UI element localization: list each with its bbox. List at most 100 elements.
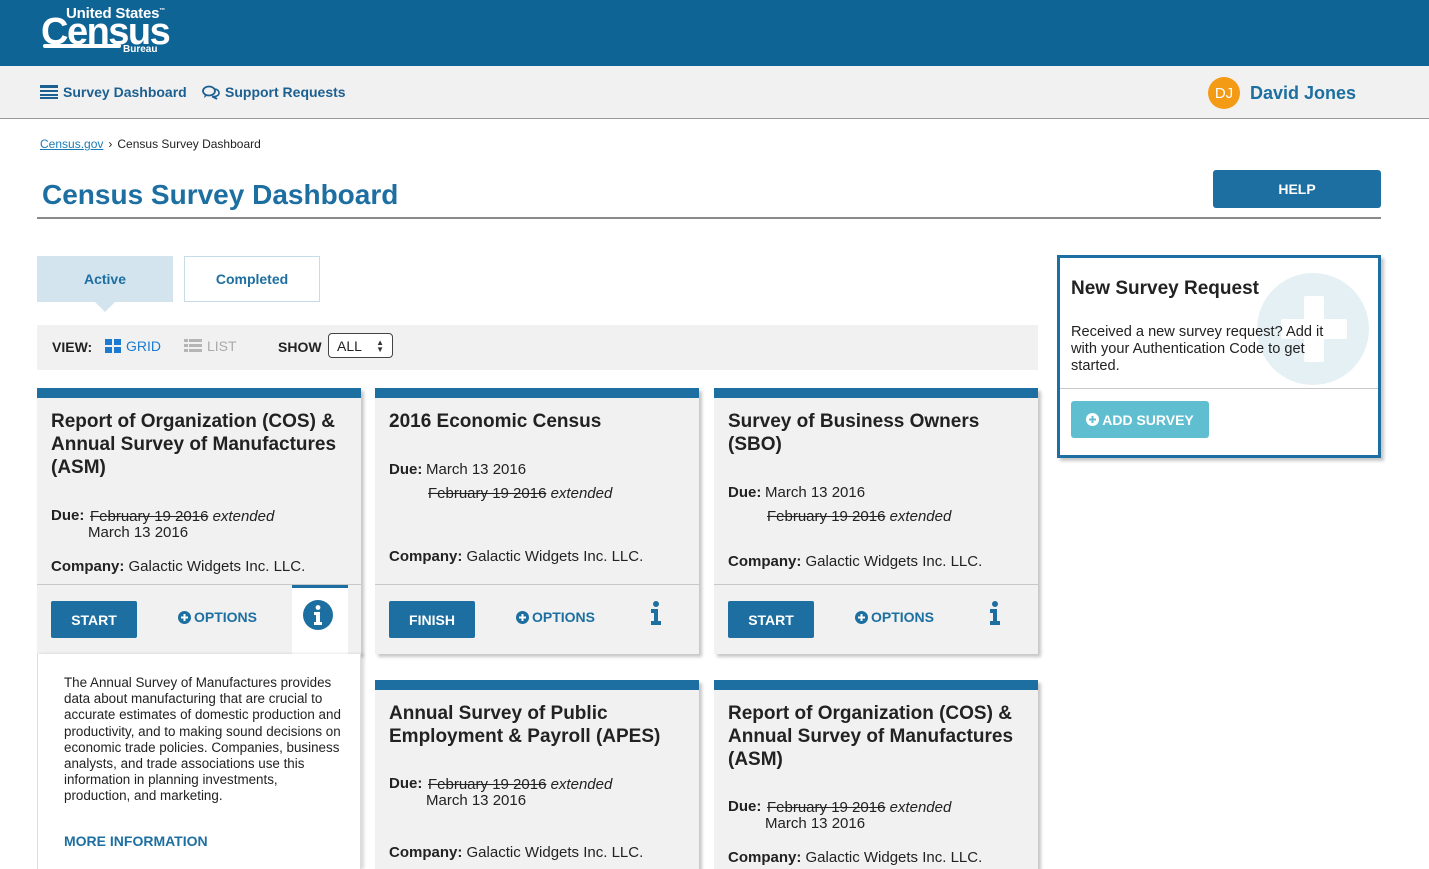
- info-circle-icon: [303, 600, 333, 630]
- census-logo[interactable]: United States™ Census Bureau: [40, 4, 171, 60]
- new-survey-text: Received a new survey request? Add it wi…: [1071, 324, 1324, 374]
- select-arrows-icon: ▲ ▼: [376, 338, 384, 354]
- card-actions: START OPTIONS: [714, 584, 1038, 654]
- options-button[interactable]: OPTIONS: [516, 609, 595, 625]
- extended-label: extended: [550, 776, 613, 793]
- company-line: Company: Galactic Widgets Inc. LLC.: [728, 849, 982, 866]
- nav-survey-dashboard[interactable]: Survey Dashboard: [40, 84, 187, 100]
- due-date-original-value: February 19 2016: [428, 485, 547, 502]
- extended-label: extended: [889, 799, 952, 816]
- view-list-label: LIST: [207, 338, 237, 354]
- help-button[interactable]: HELP: [1213, 170, 1381, 208]
- title-divider: [37, 217, 1381, 219]
- top-banner: United States™ Census Bureau: [0, 0, 1429, 66]
- card-actions: START OPTIONS: [37, 584, 361, 657]
- survey-description: The Annual Survey of Manufactures provid…: [64, 675, 341, 804]
- extended-label: extended: [550, 485, 613, 502]
- info-icon[interactable]: [650, 601, 662, 625]
- start-button[interactable]: START: [51, 601, 137, 638]
- avatar: DJ: [1208, 77, 1240, 109]
- new-survey-divider: [1060, 388, 1378, 389]
- company-label: Company:: [51, 558, 125, 575]
- company-label: Company:: [728, 849, 802, 866]
- page-title: Census Survey Dashboard: [42, 179, 399, 210]
- due-date-original-value: February 19 2016: [767, 799, 886, 816]
- plus-circle-icon: [855, 610, 868, 624]
- due-label: Due:: [728, 798, 762, 815]
- view-toolbar: VIEW: GRID LIST SHOW ALL ▲ ▼: [37, 325, 1038, 370]
- view-label: VIEW:: [52, 339, 93, 355]
- due-date-original: February 19 2016 extended: [90, 508, 274, 525]
- logo-swoosh: [43, 44, 121, 48]
- survey-description-panel: The Annual Survey of Manufactures provid…: [37, 654, 361, 869]
- show-filter-select[interactable]: ALL ▲ ▼: [328, 333, 393, 358]
- survey-title: Annual Survey of Public Employment & Pay…: [389, 703, 661, 747]
- more-information-link[interactable]: MORE INFORMATION: [64, 833, 208, 849]
- due-date-new: March 13 2016: [88, 524, 189, 541]
- show-label: SHOW: [278, 339, 322, 355]
- breadcrumb-home-link[interactable]: Census.gov: [40, 137, 103, 151]
- options-label: OPTIONS: [194, 609, 258, 625]
- view-list-toggle[interactable]: LIST: [184, 338, 237, 354]
- due-date-new: March 13 2016: [426, 792, 527, 809]
- start-button[interactable]: START: [728, 601, 814, 638]
- nav-support-requests[interactable]: Support Requests: [202, 84, 346, 100]
- due-label: Due:: [389, 461, 423, 478]
- info-tab-selected[interactable]: [292, 585, 348, 657]
- survey-card: Annual Survey of Public Employment & Pay…: [375, 680, 699, 869]
- due-label: Due:: [728, 484, 762, 501]
- survey-title: 2016 Economic Census: [389, 411, 602, 432]
- company-label: Company:: [728, 553, 802, 570]
- user-menu[interactable]: DJ David Jones: [1208, 77, 1356, 109]
- survey-card: Report of Organization (COS) & Annual Su…: [37, 388, 361, 657]
- new-survey-title: New Survey Request: [1071, 278, 1259, 299]
- due-date-new: March 13 2016: [765, 484, 866, 501]
- tab-active-label: Active: [83, 271, 127, 287]
- survey-card: Survey of Business Owners (SBO) Due: Mar…: [714, 388, 1038, 654]
- due-date-original-value: February 19 2016: [428, 776, 547, 793]
- breadcrumb-current: Census Survey Dashboard: [117, 137, 261, 151]
- tab-active[interactable]: Active: [37, 256, 173, 312]
- survey-title: Report of Organization (COS) & Annual Su…: [728, 703, 1014, 770]
- due-date-original: February 19 2016 extended: [428, 776, 612, 793]
- nav-support-requests-label: Support Requests: [225, 84, 346, 100]
- company-line: Company: Galactic Widgets Inc. LLC.: [389, 844, 643, 861]
- company-line: Company: Galactic Widgets Inc. LLC.: [389, 548, 643, 565]
- due-date-original: February 19 2016 extended: [428, 485, 612, 502]
- survey-card: Report of Organization (COS) & Annual Su…: [714, 680, 1038, 869]
- card-actions: FINISH OPTIONS: [375, 584, 699, 654]
- breadcrumb-separator: ›: [108, 137, 113, 151]
- due-date-original: February 19 2016 extended: [767, 508, 951, 525]
- options-button[interactable]: OPTIONS: [178, 609, 257, 625]
- plus-circle-icon: [516, 610, 529, 624]
- due-date-original: February 19 2016 extended: [767, 799, 951, 816]
- show-filter-value: ALL: [337, 337, 362, 354]
- view-grid-toggle[interactable]: GRID: [105, 338, 161, 354]
- view-grid-label: GRID: [126, 338, 161, 354]
- due-date-original-value: February 19 2016: [90, 508, 209, 525]
- breadcrumb: Census.gov › Census Survey Dashboard: [40, 137, 261, 151]
- user-name: David Jones: [1250, 82, 1357, 103]
- add-survey-button[interactable]: ADD SURVEY: [1071, 401, 1209, 438]
- survey-title: Survey of Business Owners (SBO): [728, 411, 980, 455]
- options-button[interactable]: OPTIONS: [855, 609, 934, 625]
- finish-button[interactable]: FINISH: [389, 601, 475, 638]
- plus-circle-icon: [178, 610, 191, 624]
- survey-title: Report of Organization (COS) & Annual Su…: [51, 411, 337, 478]
- extended-label: extended: [212, 508, 275, 525]
- due-label: Due:: [51, 507, 85, 524]
- dashboard-icon: [40, 85, 58, 99]
- company-line: Company: Galactic Widgets Inc. LLC.: [51, 558, 305, 575]
- due-label: Due:: [389, 775, 423, 792]
- survey-card: 2016 Economic Census Due: March 13 2016 …: [375, 388, 699, 654]
- company-name: Galactic Widgets Inc. LLC.: [466, 548, 644, 565]
- info-icon[interactable]: [989, 601, 1001, 625]
- company-line: Company: Galactic Widgets Inc. LLC.: [728, 553, 982, 570]
- tab-completed-label: Completed: [215, 271, 289, 287]
- tab-completed[interactable]: Completed: [184, 256, 320, 302]
- options-label: OPTIONS: [532, 609, 596, 625]
- nav-bar: Survey Dashboard Support Requests DJ Dav…: [0, 66, 1429, 119]
- due-date-original-value: February 19 2016: [767, 508, 886, 525]
- list-icon: [184, 339, 202, 352]
- new-survey-panel: New Survey Request Received a new survey…: [1057, 255, 1381, 458]
